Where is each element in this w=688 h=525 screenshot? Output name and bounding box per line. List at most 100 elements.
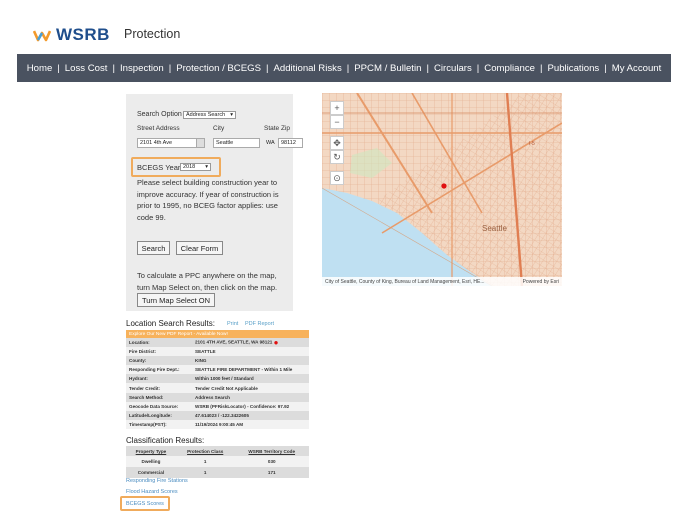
map-attribution-text: City of Seattle, County of King, Bureau … [325,278,485,285]
row-key: Location: [126,338,192,348]
street-address-label: Street Address [137,125,180,132]
nav-separator: | [57,62,60,74]
row-key: Timestamp(PST): [126,419,192,429]
state-value: WA [266,140,275,146]
wsrb-logo-icon [33,30,51,42]
row-key: Search Method: [126,392,192,402]
search-option-select[interactable]: Address Search ▾ [183,111,236,119]
city-value: Seattle [216,140,234,146]
clear-form-button[interactable]: Clear Form [176,241,223,255]
col-protection-class[interactable]: Protection Class [175,446,235,456]
col-territory-code[interactable]: WSRB Territory Code [234,446,309,456]
nav-separator: | [168,62,172,74]
bcegs-scores-link[interactable]: BCEGS Scores [126,501,164,507]
table-row: Geocode Data Source: WSRB (PFRiskLocator)… [126,401,309,411]
map-canvas: Seattle I-5 [322,93,562,286]
bcegs-year-select[interactable]: 2018 ▾ [180,163,211,171]
ppc-help-text: To calculate a PPC anywhere on the map, … [137,271,278,292]
chevron-down-icon: ▾ [205,164,208,170]
zip-input[interactable]: 98112 [278,138,303,148]
map-pin-icon[interactable]: ● [274,338,279,347]
nav-protection-bcegs[interactable]: Protection / BCEGS [176,63,261,74]
nav-home[interactable]: Home [27,63,53,74]
table-header-row: Property Type Protection Class WSRB Terr… [126,446,309,456]
nav-compliance[interactable]: Compliance [484,63,535,74]
row-value: Address Search [192,392,309,402]
zoom-in-button[interactable]: + [330,101,344,115]
search-option-label: Search Option [137,111,182,118]
row-value: KING [192,356,309,366]
table-row: Dwelling 1 030 [126,456,309,467]
table-row: Latitude/Longitude: 47.614023 / -122.3422… [126,410,309,420]
compass-icon[interactable]: ⊙ [330,171,344,185]
map-view[interactable]: Seattle I-5 + − ✥ ↻ ⊙ City of Seattle, C… [322,93,562,286]
cell: Commercial [126,467,176,478]
nav-inspection[interactable]: Inspection [120,63,164,74]
row-key: Tender Credit: [126,383,192,393]
state-input[interactable]: WA [264,138,277,148]
city-input[interactable]: Seattle [213,138,260,148]
nav-separator: | [539,62,543,74]
main-nav: Home | Loss Cost | Inspection | Protection … [17,54,671,82]
bcegs-help-text: Please select building construction year… [137,178,279,222]
flood-hazard-scores-link[interactable]: Flood Hazard Scores [126,489,178,495]
cell: 171 [234,467,309,478]
pan-icon[interactable]: ✥ [330,136,344,150]
location-value: 2101 4TH AVE, SEATTLE, WA 98121 [195,339,273,345]
nav-separator: | [346,62,350,74]
row-key: Geocode Data Source: [126,401,192,411]
wsrb-logo[interactable]: WSRB [33,25,110,45]
location-results-title: Location Search Results: [126,319,215,328]
search-option-value: Address Search [186,112,226,118]
state-zip-label: State Zip [264,125,291,132]
map-attribution: City of Seattle, County of King, Bureau … [322,277,562,286]
street-address-input[interactable]: 2101 4th Ave [137,138,197,148]
nav-separator: | [112,62,115,74]
nav-loss-cost[interactable]: Loss Cost [65,63,108,74]
cell: 1 [175,467,235,478]
map-label-i5: I-5 [529,141,535,147]
row-value: Tender Credit Not Applicable [192,383,309,393]
cell: 1 [175,456,235,467]
map-label-seattle: Seattle [482,224,507,233]
page-title: Protection [124,27,181,41]
cell: 030 [234,456,309,467]
table-row: Tender Credit: Tender Credit Not Applicab… [126,383,309,393]
cell: Dwelling [126,456,176,467]
nav-additional-risks[interactable]: Additional Risks [273,63,341,74]
table-row: Location: 2101 4TH AVE, SEATTLE, WA 9812… [126,338,309,348]
nav-separator: | [265,62,269,74]
print-link[interactable]: Print [227,321,238,327]
row-value: 2101 4TH AVE, SEATTLE, WA 98121 ● [192,338,309,348]
table-row: Commercial 1 171 [126,467,309,478]
chevron-down-icon: ▾ [230,112,233,118]
location-results-table: Location: 2101 4TH AVE, SEATTLE, WA 9812… [126,338,309,429]
row-value: 11/19/2024 9:00:45 AM [192,419,309,429]
nav-circulars[interactable]: Circulars [434,63,472,74]
nav-separator: | [476,62,480,74]
map-select-button[interactable]: Turn Map Select ON [137,293,215,307]
pdf-report-banner[interactable]: Explore Our New PDF Report - Available N… [126,330,309,338]
bcegs-year-label: BCEGS Year [137,163,181,172]
nav-publications[interactable]: Publications [547,63,599,74]
nav-my-account[interactable]: My Account [612,63,662,74]
zip-value: 98112 [281,140,296,146]
row-key: Fire District: [126,347,192,357]
city-label: City [213,125,225,132]
row-key: Responding Fire Dept.: [126,365,192,375]
pdf-report-link[interactable]: PDF Report [245,321,274,327]
search-button[interactable]: Search [137,241,170,255]
address-book-icon[interactable] [196,138,205,148]
table-row: Fire District: SEATTLE [126,347,309,357]
row-key: Hydrant: [126,374,192,384]
bcegs-year-value: 2018 [183,164,196,170]
table-row: County: KING [126,356,309,366]
zoom-out-button[interactable]: − [330,115,344,129]
rotate-icon[interactable]: ↻ [330,150,344,164]
table-row: Timestamp(PST): 11/19/2024 9:00:45 AM [126,419,309,429]
nav-ppcm-bulletin[interactable]: PPCM / Bulletin [354,63,421,74]
col-property-type[interactable]: Property Type [126,446,176,456]
responding-fire-stations-link[interactable]: Responding Fire Stations [126,478,188,484]
powered-by-esri[interactable]: Powered by Esri [523,279,559,285]
nav-separator: | [604,62,607,74]
